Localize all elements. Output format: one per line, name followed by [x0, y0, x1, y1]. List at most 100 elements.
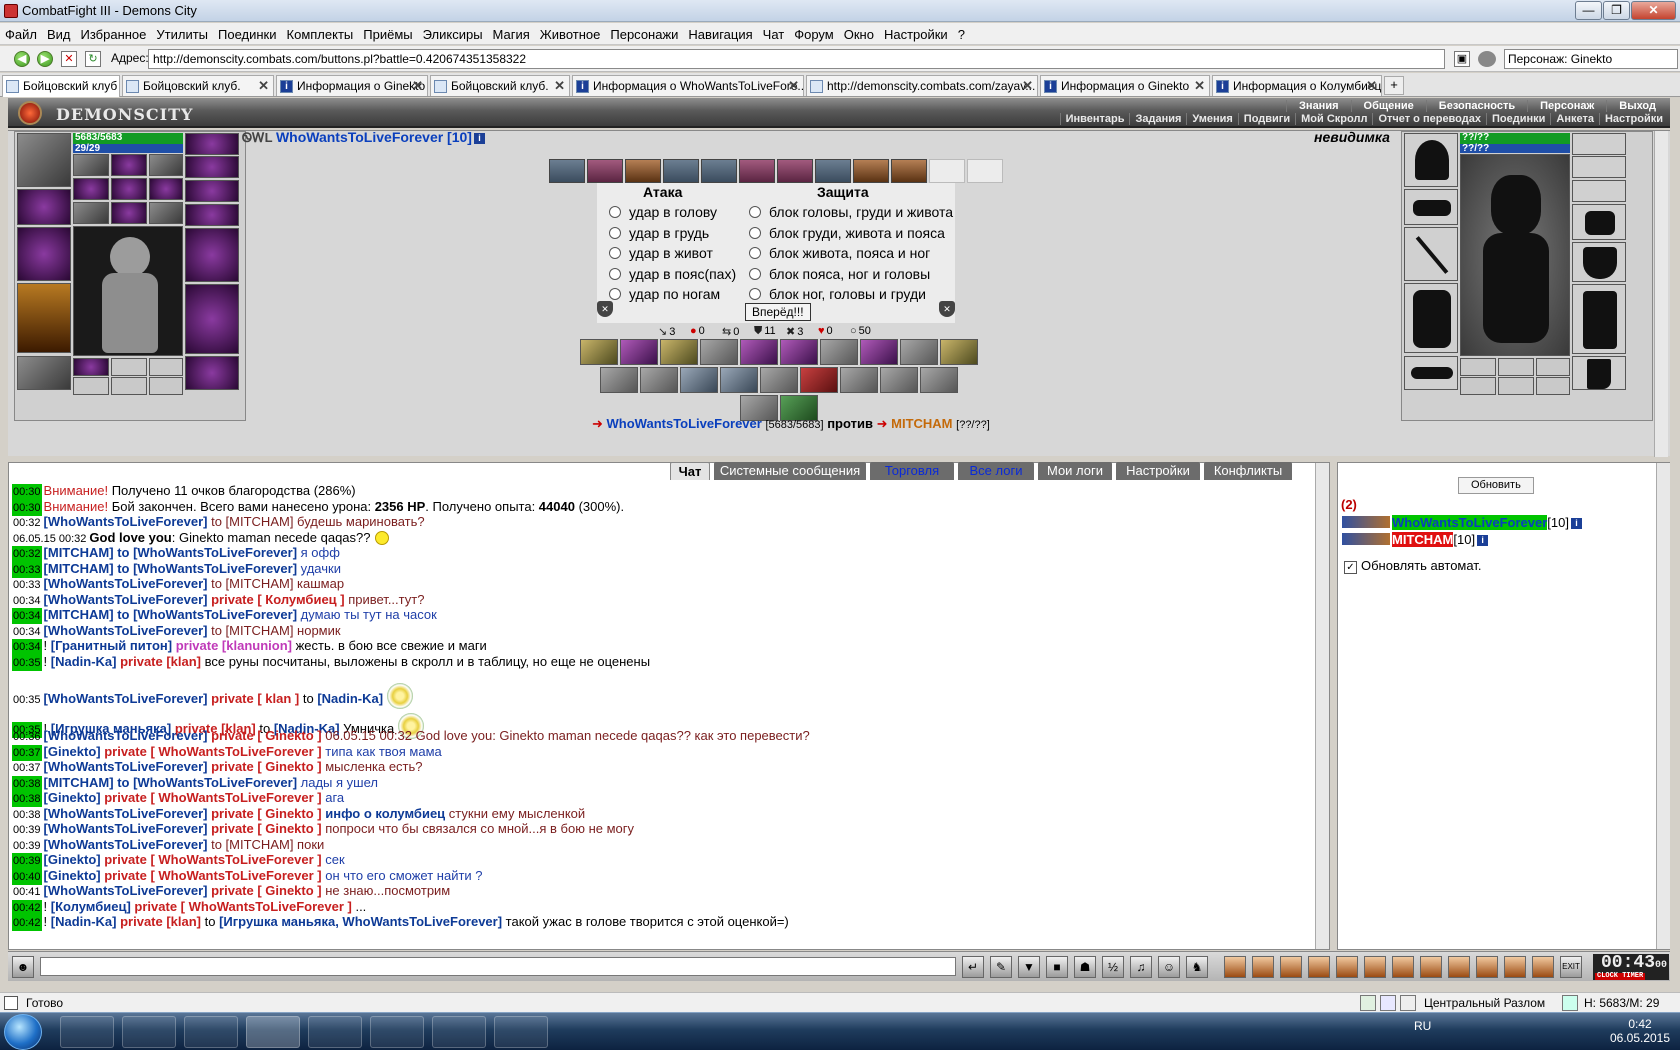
defense-option-3[interactable]: блок пояса, ног и головы: [749, 266, 930, 282]
belt-item-1[interactable]: [73, 202, 109, 224]
chat-nick[interactable]: [Ginekto]: [44, 868, 101, 883]
weapon-slot[interactable]: [17, 227, 71, 281]
versus-right-name[interactable]: MITCHAM: [891, 416, 952, 431]
enemy-bracers-slot[interactable]: [1404, 189, 1458, 225]
chat-nick[interactable]: to [WhoWantsToLiveForever]: [114, 545, 297, 560]
doc-icon[interactable]: [1400, 995, 1416, 1011]
ring-slot-3[interactable]: [149, 178, 183, 200]
tab-2[interactable]: i Информация о Ginekto ✕: [276, 75, 428, 96]
defense-option-1[interactable]: блок груди, живота и пояса: [749, 225, 945, 241]
empty-slot-c[interactable]: [73, 377, 109, 395]
chat-nick[interactable]: [Ginekto]: [44, 744, 101, 759]
chat-nick[interactable]: to [WhoWantsToLiveForever]: [114, 561, 297, 576]
empty-slot-b[interactable]: [149, 358, 183, 376]
menu-item-2[interactable]: Избранное: [76, 23, 152, 42]
game-nav-top-2[interactable]: Безопасность: [1425, 100, 1527, 112]
save-icon[interactable]: ■: [1046, 956, 1068, 978]
cloak-slot[interactable]: [17, 356, 71, 390]
chat-tab-1[interactable]: Системные сообщения: [714, 462, 866, 480]
chat-nick[interactable]: to [WhoWantsToLiveForever]: [114, 775, 297, 790]
menu-item-14[interactable]: Окно: [839, 23, 879, 42]
players-list-name[interactable]: MITCHAM: [1392, 532, 1454, 547]
ring-slot-1[interactable]: [73, 178, 109, 200]
chat-nick[interactable]: [Nadin-Ka]: [51, 654, 117, 669]
close-tab-icon[interactable]: ✕: [412, 78, 423, 94]
menu-item-5[interactable]: Комплекты: [282, 23, 359, 42]
maximize-button[interactable]: ❐: [1603, 1, 1630, 20]
chat-nick[interactable]: [WhoWantsToLiveForever]: [44, 514, 208, 529]
chat-nick[interactable]: инфо о колумбиец: [322, 806, 445, 821]
trick-16[interactable]: [800, 367, 838, 393]
stop-icon[interactable]: ✕: [61, 51, 77, 67]
skype-icon[interactable]: [432, 1016, 486, 1048]
earring-slot[interactable]: [185, 156, 239, 178]
enemy-slot-e[interactable]: [1498, 377, 1534, 395]
boots-slot[interactable]: [185, 356, 239, 390]
info-icon[interactable]: i: [473, 133, 485, 144]
close-tab-icon[interactable]: ✕: [1194, 78, 1205, 94]
forward-icon[interactable]: ▶: [37, 51, 53, 67]
rune-slot-2[interactable]: [111, 154, 147, 176]
menu-item-13[interactable]: Форум: [789, 23, 839, 42]
game-nav-bottom-0[interactable]: Инвентарь: [1059, 113, 1130, 125]
chat-timestamp[interactable]: 00:35: [12, 654, 42, 671]
close-tab-icon[interactable]: ✕: [1366, 78, 1377, 94]
game-nav-bottom-2[interactable]: Умения: [1186, 113, 1237, 125]
chat-nick[interactable]: [MITCHAM]: [44, 545, 114, 560]
scroll-slot-8[interactable]: [853, 159, 889, 183]
chat-timestamp[interactable]: 00:42: [12, 915, 42, 931]
trick-18[interactable]: [880, 367, 918, 393]
enemy-rings-slot[interactable]: [1572, 180, 1626, 202]
list-icon[interactable]: [1380, 995, 1396, 1011]
enemy-weapon-slot[interactable]: [1404, 227, 1458, 281]
radio-icon[interactable]: [749, 206, 761, 218]
tab-4[interactable]: i Информация о WhoWantsToLiveFore... ✕: [572, 75, 804, 96]
menu-item-10[interactable]: Персонажи: [605, 23, 683, 42]
chat-input[interactable]: [40, 957, 956, 976]
trick-19[interactable]: [920, 367, 958, 393]
amulet-slot[interactable]: [185, 133, 239, 155]
refresh-button[interactable]: Обновить: [1458, 477, 1534, 494]
trick-11[interactable]: [600, 367, 638, 393]
forward-button[interactable]: Вперёд!!!: [745, 303, 811, 321]
attack-option-2[interactable]: удар в живот: [609, 245, 713, 261]
menu-item-16[interactable]: ?: [953, 23, 970, 42]
eraser-icon[interactable]: ✎: [990, 956, 1012, 978]
quick-slot-6[interactable]: [1364, 956, 1386, 978]
scroll-slot-1[interactable]: [587, 159, 623, 183]
empty-scroll-slot[interactable]: [929, 159, 965, 183]
game-nav-top-4[interactable]: Выход: [1606, 100, 1668, 112]
chat-nick[interactable]: [WhoWantsToLiveForever]: [44, 759, 208, 774]
quick-slot-4[interactable]: [1308, 956, 1330, 978]
versus-left-name[interactable]: WhoWantsToLiveForever: [607, 416, 762, 431]
trick-1[interactable]: [580, 339, 618, 365]
enemy-slot-f[interactable]: [1536, 377, 1570, 395]
walk-icon[interactable]: ☗: [1074, 956, 1096, 978]
quick-slot-11[interactable]: [1504, 956, 1526, 978]
back-icon[interactable]: ◀: [14, 51, 30, 67]
scroll-slot-3[interactable]: [663, 159, 699, 183]
game-nav-bottom-6[interactable]: Поединки: [1485, 113, 1550, 125]
attack-option-1[interactable]: удар в грудь: [609, 225, 709, 241]
tab-5[interactable]: http://demonscity.combats.com/zayav... ✕: [806, 75, 1038, 96]
menu-item-12[interactable]: Чат: [758, 23, 790, 42]
enemy-armor-slot[interactable]: [1404, 283, 1458, 353]
menu-item-7[interactable]: Эликсиры: [418, 23, 488, 42]
tab-1[interactable]: Бойцовский клуб. ✕: [122, 75, 274, 96]
paint-icon[interactable]: [494, 1016, 548, 1048]
people-icon[interactable]: [1478, 51, 1496, 67]
scroll-slot-6[interactable]: [777, 159, 813, 183]
attack-option-0[interactable]: удар в голову: [609, 204, 717, 220]
trick-9[interactable]: [900, 339, 938, 365]
exit-icon[interactable]: EXIT: [1560, 956, 1582, 978]
menu-item-11[interactable]: Навигация: [683, 23, 757, 42]
ring-slot-4[interactable]: [185, 180, 239, 202]
close-tab-icon[interactable]: ✕: [258, 78, 269, 94]
defense-option-4[interactable]: блок ног, головы и груди: [749, 286, 926, 302]
trick-5[interactable]: [740, 339, 778, 365]
trick-14[interactable]: [720, 367, 758, 393]
ie-icon[interactable]: [308, 1016, 362, 1048]
trick-17[interactable]: [840, 367, 878, 393]
game-nav-bottom-3[interactable]: Подвиги: [1237, 113, 1295, 125]
chat-nick[interactable]: [MITCHAM]: [44, 775, 114, 790]
